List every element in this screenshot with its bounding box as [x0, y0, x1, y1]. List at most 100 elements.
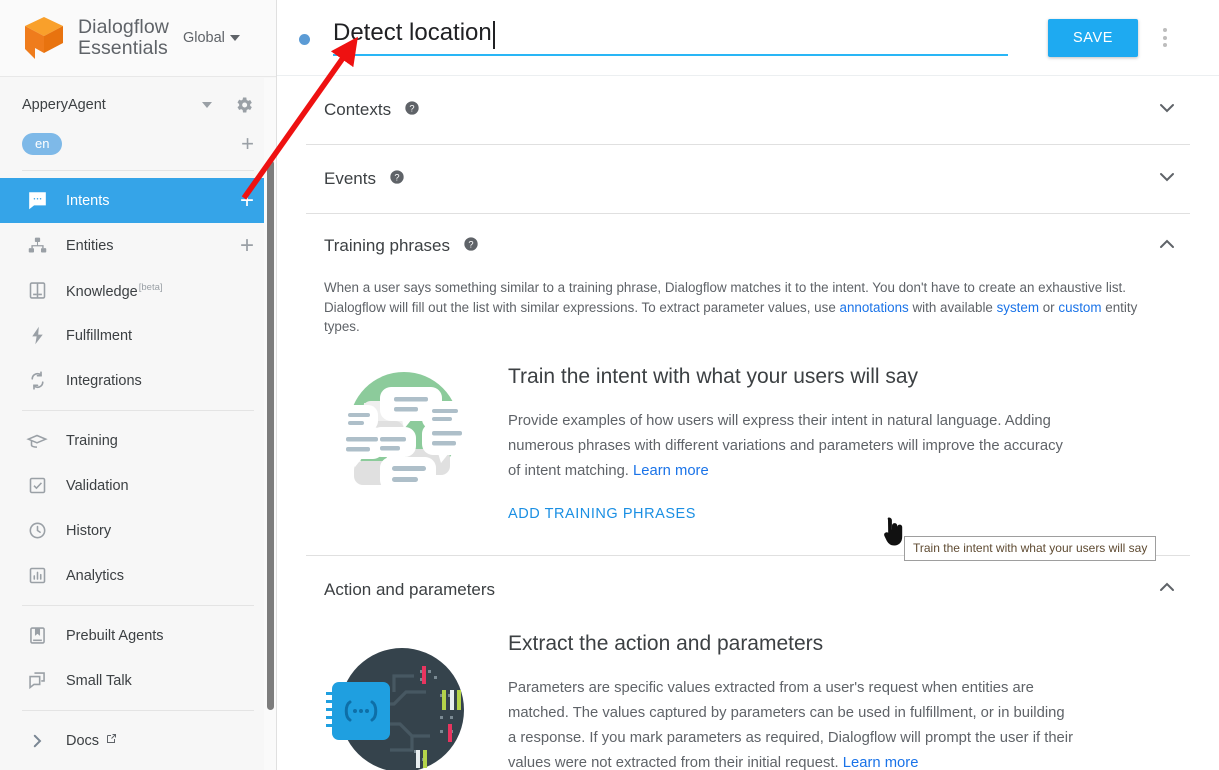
- chat-bubble-icon: [26, 190, 48, 212]
- svg-text:?: ?: [394, 172, 399, 182]
- annotations-link[interactable]: annotations: [840, 300, 909, 315]
- chevron-up-icon[interactable]: [1155, 575, 1179, 604]
- bookmark-book-icon: [26, 625, 48, 647]
- add-entity-button[interactable]: +: [240, 233, 254, 257]
- promo-heading: Extract the action and parameters: [508, 631, 824, 655]
- learn-more-link[interactable]: Learn more: [633, 463, 709, 479]
- sidebar-item-label: Validation: [66, 477, 129, 494]
- section-title: Events: [324, 169, 376, 188]
- section-title: Training phrases: [324, 236, 450, 255]
- region-selector[interactable]: Global: [183, 30, 240, 46]
- custom-link[interactable]: custom: [1058, 300, 1101, 315]
- checkbox-check-icon: [26, 475, 48, 497]
- system-link[interactable]: system: [997, 300, 1039, 315]
- graduation-cap-icon: [26, 430, 48, 452]
- promo-heading: Train the intent with what your users wi…: [508, 364, 919, 388]
- kebab-menu-icon[interactable]: [1148, 19, 1182, 57]
- chevron-up-icon[interactable]: [1155, 232, 1179, 261]
- save-button[interactable]: SAVE: [1048, 18, 1139, 57]
- brand-name-line1: Dialogflow: [78, 16, 169, 38]
- chevron-down-icon[interactable]: [1155, 96, 1179, 125]
- sidebar-item-label: Integrations: [66, 372, 142, 389]
- tooltip-content: Train the intent with what your users wi…: [904, 536, 1157, 561]
- sidebar-item-label: Training: [66, 432, 118, 449]
- sidebar-item-label: Fulfillment: [66, 327, 133, 344]
- sidebar-item-analytics[interactable]: Analytics: [0, 553, 276, 598]
- external-link-icon: [105, 733, 117, 749]
- section-title: Contexts: [324, 100, 392, 119]
- clock-icon: [26, 520, 48, 542]
- chevron-down-icon[interactable]: [1155, 165, 1179, 194]
- sidebar-item-validation[interactable]: Validation: [0, 463, 276, 508]
- intent-sections: Contexts ? Events ? Training phrases ? W…: [277, 76, 1219, 770]
- sidebar-scrollbar-track[interactable]: [264, 78, 276, 770]
- sidebar: Dialogflow Essentials Global ApperyAgent…: [0, 0, 277, 770]
- section-action-parameters[interactable]: Action and parameters: [277, 556, 1219, 624]
- help-circle-icon[interactable]: ?: [404, 100, 420, 121]
- brand-header: Dialogflow Essentials Global: [0, 0, 276, 77]
- sidebar-item-docs[interactable]: Docs: [0, 718, 276, 763]
- learn-more-link[interactable]: Learn more: [843, 755, 919, 770]
- intent-name-wrapper: [333, 19, 1008, 56]
- dialogflow-cube-logo: [22, 15, 66, 61]
- intent-toolbar: SAVE: [277, 0, 1219, 76]
- section-contexts[interactable]: Contexts ?: [277, 76, 1219, 144]
- sidebar-item-fulfillment[interactable]: Fulfillment: [0, 313, 276, 358]
- divider: [22, 170, 254, 171]
- sidebar-item-label: Prebuilt Agents: [66, 627, 164, 644]
- sidebar-item-label: Intents: [66, 192, 110, 209]
- caret-down-icon[interactable]: [202, 102, 212, 108]
- action-parameters-promo-text: Extract the action and parameters Parame…: [494, 632, 1074, 770]
- sidebar-scrollbar-thumb[interactable]: [267, 160, 274, 710]
- divider: [22, 605, 254, 606]
- sidebar-item-integrations[interactable]: Integrations: [0, 358, 276, 403]
- microchip-illustration: [324, 632, 494, 770]
- section-title: Action and parameters: [324, 579, 496, 599]
- region-label: Global: [182, 30, 225, 46]
- help-circle-icon[interactable]: ?: [389, 169, 405, 190]
- sidebar-item-training[interactable]: Training: [0, 418, 276, 463]
- main-panel: SAVE Contexts ? Events ?: [277, 0, 1219, 770]
- svg-text:?: ?: [468, 239, 473, 249]
- intent-name-input[interactable]: [333, 19, 1008, 56]
- brand-name-line2: Essentials: [78, 37, 168, 59]
- sitemap-icon: [26, 235, 48, 257]
- sidebar-item-entities[interactable]: Entities +: [0, 223, 276, 268]
- training-phrases-promo-text: Train the intent with what your users wi…: [494, 365, 1074, 523]
- sidebar-item-label: Docs: [66, 733, 254, 749]
- sidebar-item-intents[interactable]: Intents +: [0, 178, 276, 223]
- language-row: en +: [0, 125, 276, 163]
- add-intent-button[interactable]: +: [240, 188, 254, 212]
- promo-body: Provide examples of how users will expre…: [508, 412, 1063, 479]
- text-caret: [493, 21, 495, 49]
- sidebar-item-small-talk[interactable]: Small Talk: [0, 658, 276, 703]
- agent-selector-row[interactable]: ApperyAgent: [0, 85, 276, 125]
- sidebar-item-label: Entities: [66, 237, 114, 254]
- sidebar-item-label: Small Talk: [66, 672, 132, 689]
- agent-name: ApperyAgent: [22, 97, 106, 113]
- beta-badge: [beta]: [138, 281, 163, 293]
- action-parameters-promo: Extract the action and parameters Parame…: [277, 624, 1219, 770]
- svg-text:?: ?: [409, 103, 414, 113]
- sidebar-item-history[interactable]: History: [0, 508, 276, 553]
- chat-stack-icon: [26, 670, 48, 692]
- section-events[interactable]: Events ?: [277, 145, 1219, 213]
- speech-bubbles-illustration: [324, 365, 494, 523]
- chevron-right-icon: [26, 730, 48, 752]
- sidebar-item-label: History: [66, 522, 112, 539]
- book-icon: [26, 280, 48, 302]
- divider: [22, 410, 254, 411]
- sidebar-item-knowledge[interactable]: Knowledge[beta]: [0, 268, 276, 313]
- bolt-icon: [26, 325, 48, 347]
- sidebar-item-prebuilt-agents[interactable]: Prebuilt Agents: [0, 613, 276, 658]
- help-circle-icon[interactable]: ?: [463, 236, 479, 257]
- refresh-loop-icon: [26, 370, 48, 392]
- add-language-button[interactable]: +: [241, 133, 254, 155]
- app-root: Dialogflow Essentials Global ApperyAgent…: [0, 0, 1219, 770]
- add-training-phrases-button[interactable]: ADD TRAINING PHRASES: [508, 506, 696, 522]
- language-chip-en[interactable]: en: [22, 133, 63, 155]
- section-training-phrases[interactable]: Training phrases ?: [277, 214, 1219, 278]
- training-phrases-promo: Train the intent with what your users wi…: [277, 337, 1219, 533]
- gear-icon[interactable]: [234, 95, 254, 115]
- blue-dot-indicator: [299, 34, 310, 45]
